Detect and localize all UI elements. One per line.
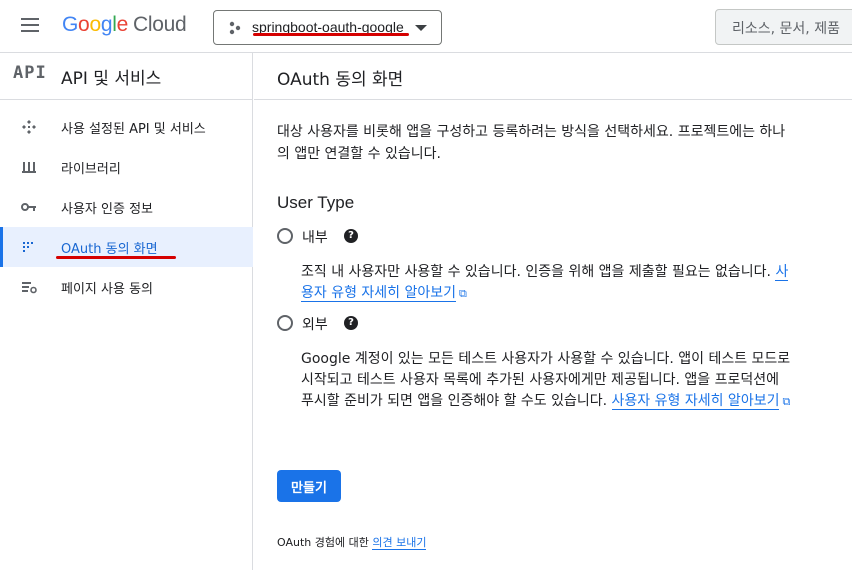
internal-label: 내부 bbox=[302, 230, 328, 246]
feedback-footer: OAuth 경험에 대한 의견 보내기 bbox=[277, 534, 427, 550]
annotation-underline bbox=[253, 33, 409, 36]
sidebar-item-label: 사용 설정된 API 및 서비스 bbox=[61, 122, 206, 137]
internal-description-text: 조직 내 사용자만 사용할 수 있습니다. 인증을 위해 앱을 제출할 필요는 … bbox=[301, 264, 772, 280]
google-cloud-logo[interactable]: Google Cloud bbox=[62, 13, 187, 37]
external-description: Google 계정이 있는 모든 테스트 사용자가 사용할 수 있습니다. 앱이… bbox=[301, 349, 793, 412]
create-button[interactable]: 만들기 bbox=[277, 470, 341, 502]
sidebar-header: API API 및 서비스 bbox=[0, 53, 253, 100]
help-icon[interactable]: ? bbox=[344, 229, 358, 243]
sidebar-item-label: 라이브러리 bbox=[61, 162, 121, 177]
project-picker[interactable]: springboot-oauth-google bbox=[213, 10, 442, 45]
external-label: 외부 bbox=[302, 317, 328, 333]
footer-text: OAuth 경험에 대한 bbox=[277, 536, 369, 549]
external-radio[interactable] bbox=[277, 315, 293, 331]
page-description: 대상 사용자를 비롯해 앱을 구성하고 등록하려는 방식을 선택하세요. 프로젝… bbox=[277, 124, 786, 162]
logo-cloud-text: Cloud bbox=[132, 13, 187, 36]
consent-grid-icon bbox=[23, 242, 33, 252]
chevron-down-icon bbox=[415, 25, 427, 31]
project-icon bbox=[229, 21, 241, 35]
api-badge-icon: API bbox=[13, 63, 47, 83]
internal-description: 조직 내 사용자만 사용할 수 있습니다. 인증을 위해 앱을 제출할 필요는 … bbox=[301, 262, 793, 304]
internal-radio[interactable] bbox=[277, 228, 293, 244]
key-icon bbox=[21, 203, 36, 211]
sidebar-item-credentials[interactable]: 사용자 인증 정보 bbox=[0, 187, 253, 227]
settings-list-icon bbox=[22, 282, 37, 294]
help-icon[interactable]: ? bbox=[344, 316, 358, 330]
sidebar-item-library[interactable]: 라이브러리 bbox=[0, 147, 253, 187]
sidebar-item-label: OAuth 동의 화면 bbox=[61, 242, 158, 257]
main-header: OAuth 동의 화면 bbox=[254, 53, 852, 100]
external-link-icon: ⧉ bbox=[459, 287, 467, 300]
external-link-icon: ⧉ bbox=[782, 395, 791, 408]
search-placeholder: 리소스, 문서, 제품 bbox=[732, 21, 840, 37]
send-feedback-link[interactable]: 의견 보내기 bbox=[372, 536, 427, 550]
annotation-underline bbox=[56, 256, 176, 259]
sidebar-item-label: 페이지 사용 동의 bbox=[61, 282, 153, 297]
search-input[interactable]: 리소스, 문서, 제품 bbox=[715, 9, 852, 45]
sidebar-item-oauth-consent[interactable]: OAuth 동의 화면 bbox=[0, 227, 253, 267]
sidebar-item-label: 사용자 인증 정보 bbox=[61, 202, 153, 217]
learn-user-type-link[interactable]: 사용자 유형 자세히 알아보기 bbox=[611, 393, 780, 410]
sidebar-item-page-usage-agreement[interactable]: 페이지 사용 동의 bbox=[0, 267, 253, 307]
sidebar-title: API 및 서비스 bbox=[61, 69, 162, 89]
top-bar: Google Cloud springboot-oauth-google 리소스,… bbox=[0, 0, 852, 53]
library-icon bbox=[22, 162, 36, 173]
page-title: OAuth 동의 화면 bbox=[277, 70, 404, 90]
sidebar-item-enabled-apis[interactable]: 사용 설정된 API 및 서비스 bbox=[0, 107, 253, 147]
user-type-heading: User Type bbox=[277, 193, 355, 212]
api-diamond-icon bbox=[22, 120, 36, 134]
menu-icon[interactable] bbox=[18, 15, 42, 39]
